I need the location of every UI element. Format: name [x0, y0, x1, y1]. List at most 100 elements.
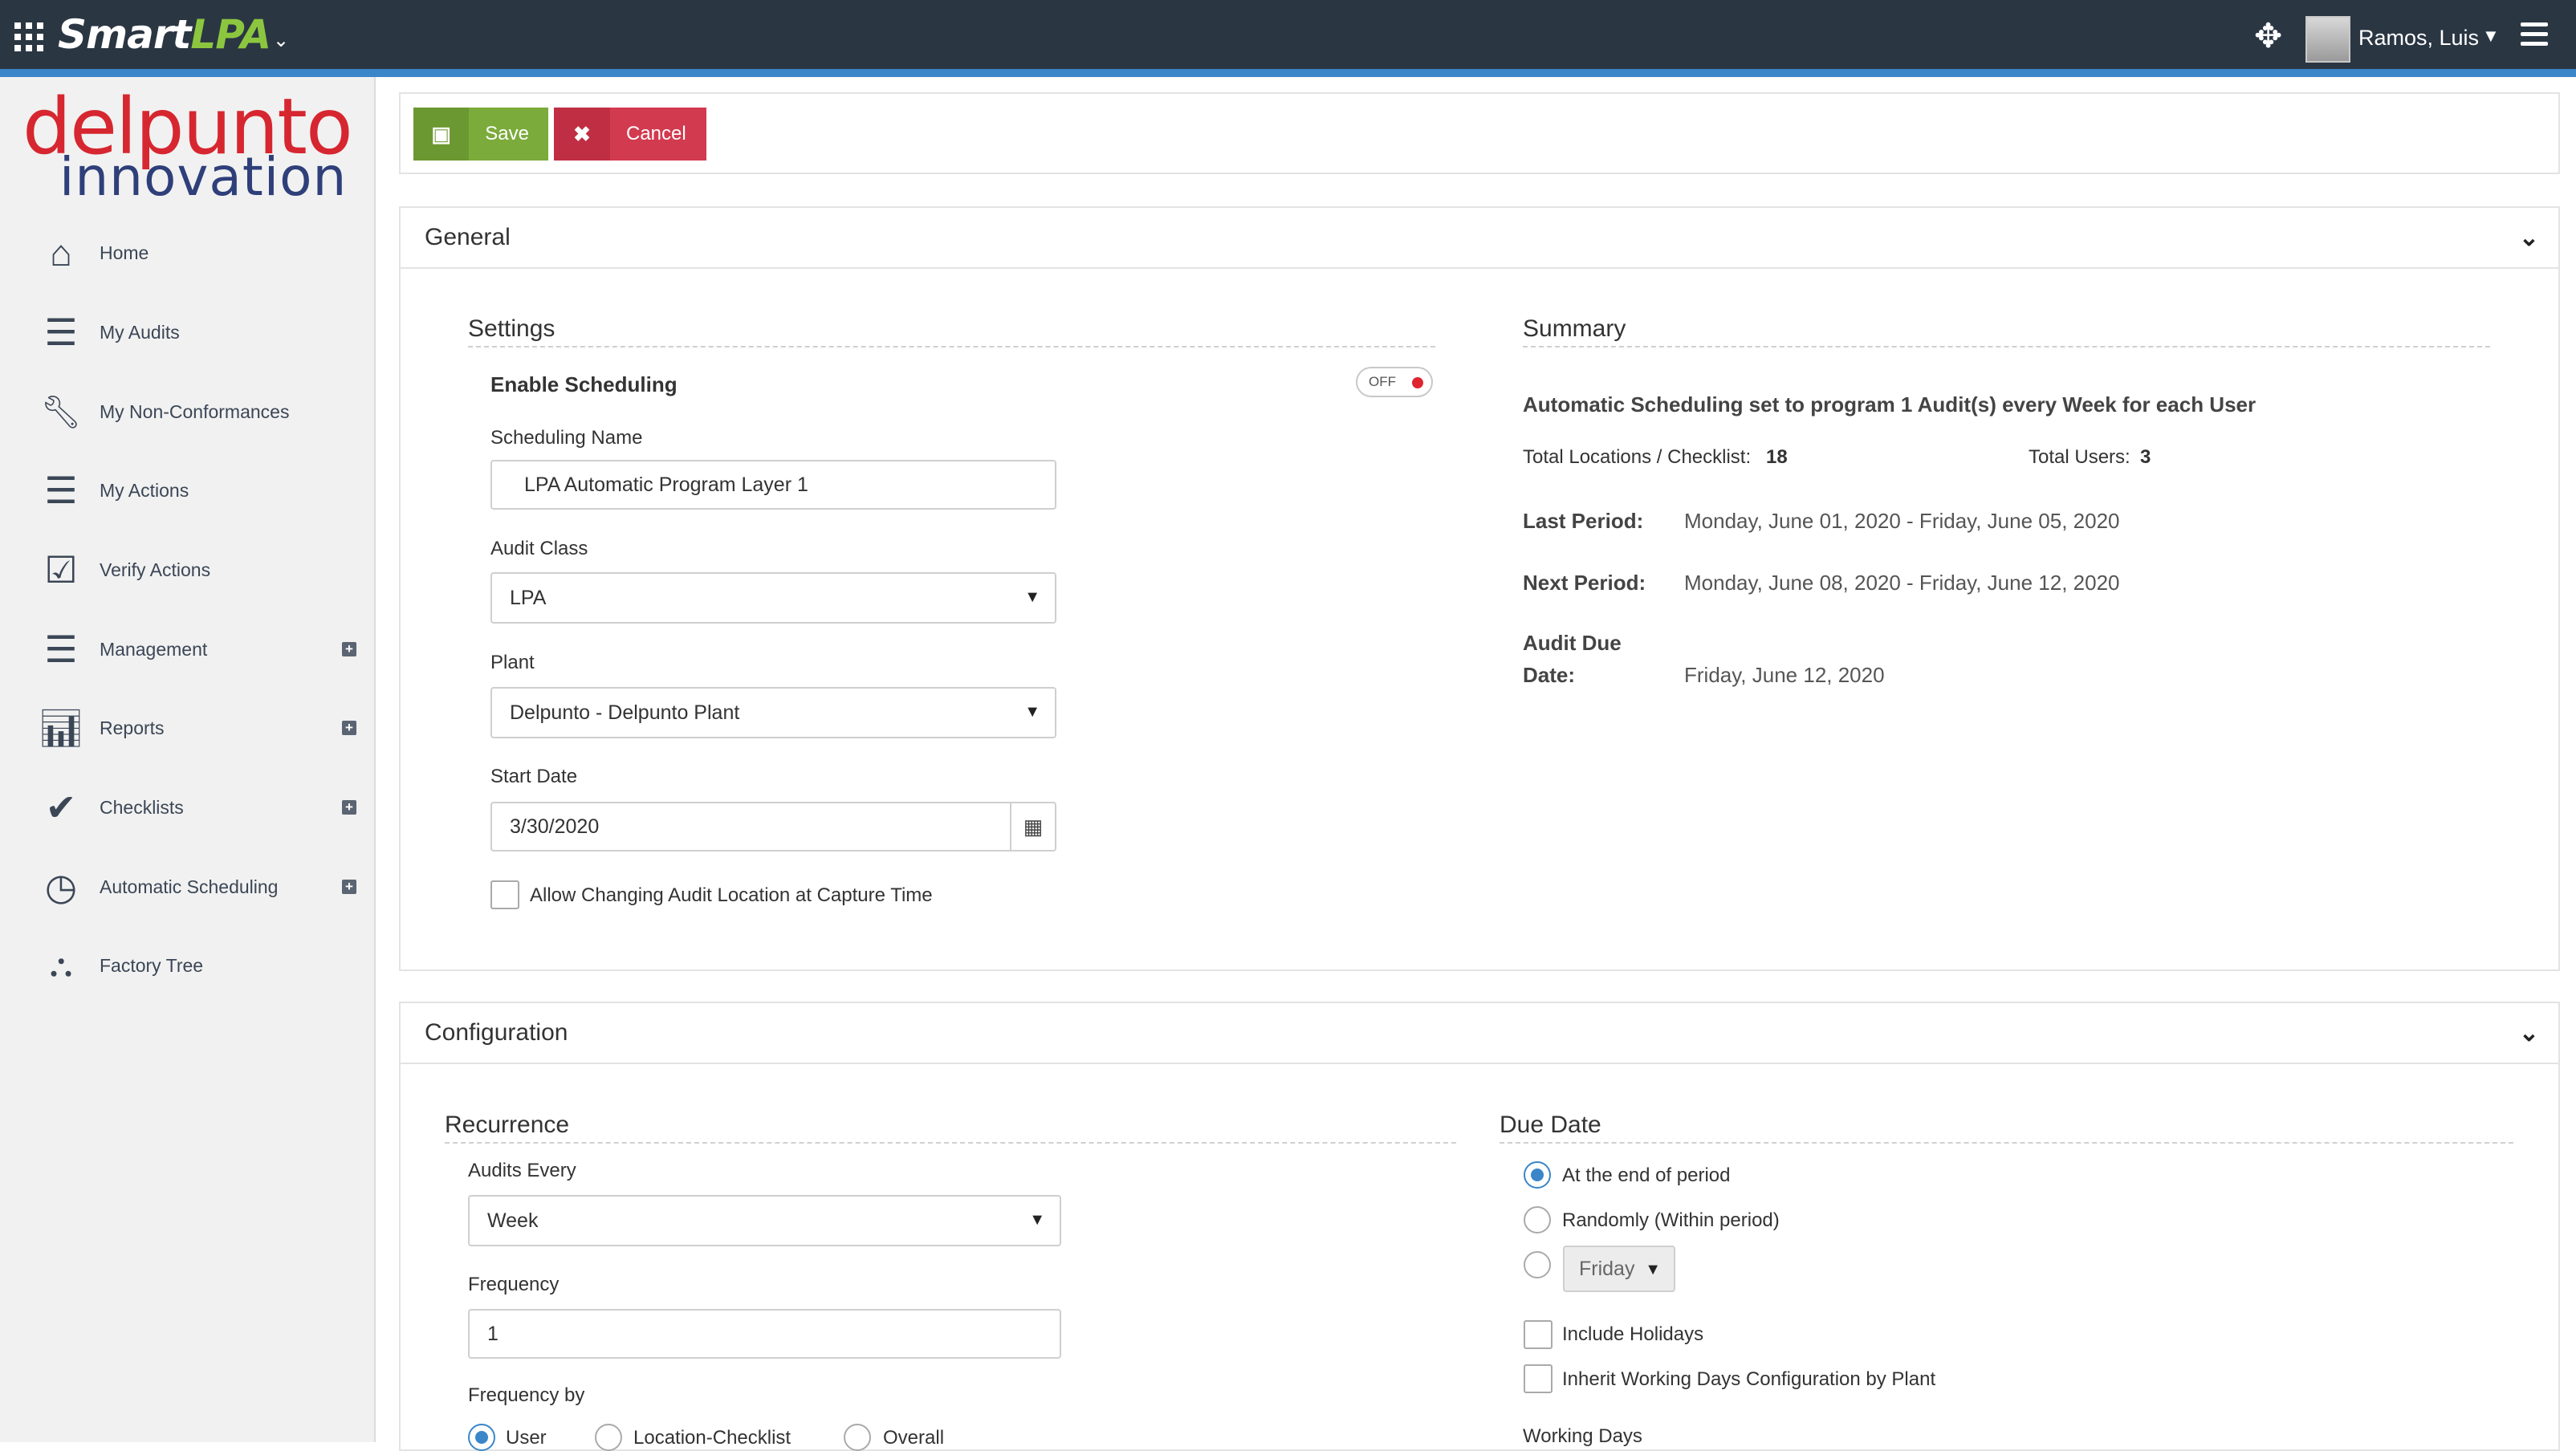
navbar-accent-line [0, 69, 2576, 77]
bar-chart-icon: 📊︎ [37, 706, 85, 749]
sidebar-item-label: Automatic Scheduling [100, 876, 279, 897]
sidebar-item-automatic-scheduling[interactable]: ◷ Automatic Scheduling + [39, 859, 368, 915]
sidebar-item-home[interactable]: ⌂ Home [39, 225, 368, 281]
home-icon: ⌂ [50, 232, 72, 274]
calendar-icon[interactable]: ▦ [1010, 803, 1055, 850]
total-users-value: 3 [2140, 446, 2151, 468]
chevron-down-icon[interactable]: ⌄ [2519, 224, 2539, 252]
scheduling-name-label: Scheduling Name [490, 427, 643, 449]
apps-grid-icon[interactable] [14, 22, 43, 51]
frequency-by-overall-radio[interactable] [844, 1424, 871, 1451]
due-randomly-radio[interactable] [1524, 1206, 1551, 1234]
total-users-label: Total Users: [2029, 446, 2130, 468]
allow-changing-checkbox[interactable] [490, 880, 519, 909]
list-icon: ☰ [44, 628, 78, 670]
scheduling-name-input[interactable]: LPA Automatic Program Layer 1 [490, 460, 1056, 510]
app-logo[interactable]: SmartLPA [58, 11, 271, 58]
list-icon: ☰ [44, 311, 78, 353]
start-date-label: Start Date [490, 766, 578, 787]
top-navbar [0, 0, 2576, 69]
floppy-disk-icon: ▣ [413, 108, 470, 161]
audit-due-value: Friday, June 12, 2020 [1684, 663, 1885, 687]
sidebar-item-my-non-conformances[interactable]: 🔧︎ My Non-Conformances [39, 384, 368, 440]
frequency-input[interactable]: 1 [468, 1309, 1061, 1359]
include-holidays-checkbox[interactable] [1524, 1320, 1553, 1349]
due-end-of-period-radio[interactable] [1524, 1161, 1551, 1189]
due-date-section-title: Due Date [1500, 1112, 2513, 1144]
brand-lpa: LPA [190, 11, 271, 58]
expand-plus-icon[interactable]: + [342, 642, 356, 656]
sidebar-item-verify-actions[interactable]: ☑ Verify Actions [39, 542, 368, 598]
brand-smart: Smart [58, 11, 191, 58]
sidebar-item-label: Reports [100, 717, 165, 738]
inherit-working-days-checkbox[interactable] [1524, 1364, 1553, 1393]
sidebar-item-label: Factory Tree [100, 954, 204, 976]
frequency-by-location-checklist-radio[interactable] [595, 1424, 622, 1451]
cancel-label: Cancel [626, 123, 686, 144]
user-name[interactable]: Ramos, Luis [2358, 26, 2479, 51]
audits-every-label: Audits Every [468, 1160, 576, 1181]
last-period-label: Last Period: [1523, 509, 1644, 533]
due-day-value: Friday [1579, 1257, 1635, 1280]
include-holidays-label: Include Holidays [1562, 1323, 1704, 1345]
checkbox-icon: ☑ [44, 549, 78, 591]
next-period-label: Next Period: [1523, 571, 1646, 595]
sidebar-item-checklists[interactable]: ✔ Checklists + [39, 779, 368, 835]
working-days-label: Working Days [1523, 1425, 1642, 1447]
chevron-down-icon[interactable]: ⌄ [273, 29, 289, 52]
company-logo-subtext: innovation [59, 146, 348, 208]
enable-scheduling-toggle[interactable]: OFF [1356, 367, 1433, 397]
sidebar-item-label: Checklists [100, 796, 184, 818]
user-caret-icon[interactable]: ▼ [2482, 26, 2500, 47]
expand-plus-icon[interactable]: + [342, 880, 356, 894]
move-arrows-icon[interactable]: ✥ [2254, 16, 2282, 55]
sidebar-item-my-actions[interactable]: ☰ My Actions [39, 462, 368, 518]
frequency-by-label: Frequency by [468, 1384, 585, 1406]
sidebar-item-label: Home [100, 242, 149, 263]
sidebar-item-factory-tree[interactable]: ⛬ Factory Tree [39, 937, 368, 994]
summary-section-title: Summary [1523, 315, 2490, 348]
cancel-button[interactable]: ✖ Cancel [554, 108, 706, 161]
inherit-working-days-label: Inherit Working Days Configuration by Pl… [1562, 1368, 1936, 1390]
sitemap-icon: ⛬ [50, 947, 72, 983]
plant-select[interactable]: Delpunto - Delpunto Plant ▼ [490, 687, 1056, 738]
allow-changing-label: Allow Changing Audit Location at Capture… [530, 884, 933, 906]
plant-label: Plant [490, 652, 535, 673]
expand-plus-icon[interactable]: + [342, 721, 356, 735]
audits-every-value: Week [487, 1209, 539, 1232]
expand-plus-icon[interactable]: + [342, 800, 356, 815]
due-option-label: Randomly (Within period) [1562, 1209, 1780, 1231]
frequency-by-option-label: Location-Checklist [633, 1427, 792, 1449]
sidebar-item-reports[interactable]: 📊︎ Reports + [37, 700, 368, 756]
summary-headline: Automatic Scheduling set to program 1 Au… [1523, 392, 2257, 417]
sidebar-item-management[interactable]: ☰ Management + [39, 621, 368, 677]
general-panel-header[interactable]: General ⌄ [401, 208, 2558, 269]
hamburger-icon[interactable] [2521, 22, 2548, 51]
start-date-input[interactable]: 3/30/2020 ▦ [490, 802, 1056, 851]
audit-class-label: Audit Class [490, 538, 588, 559]
save-button[interactable]: ▣ Save [413, 108, 548, 161]
frequency-by-user-radio[interactable] [468, 1424, 495, 1451]
total-locations-label: Total Locations / Checklist: [1523, 446, 1752, 468]
plant-value: Delpunto - Delpunto Plant [510, 701, 740, 724]
total-locations-value: 18 [1766, 446, 1788, 468]
audits-every-select[interactable]: Week ▼ [468, 1195, 1061, 1246]
avatar[interactable] [2305, 16, 2350, 63]
dropdown-caret-icon: ▼ [1029, 1211, 1045, 1229]
sidebar-item-label: My Audits [100, 321, 180, 343]
sidebar-item-my-audits[interactable]: ☰ My Audits [39, 304, 368, 360]
close-icon: ✖ [554, 108, 610, 161]
list-icon: ☰ [44, 469, 78, 511]
toggle-off-indicator [1412, 377, 1423, 388]
audit-class-select[interactable]: LPA ▼ [490, 572, 1056, 624]
start-date-value: 3/30/2020 [510, 815, 600, 838]
panel-title: Configuration [425, 1019, 568, 1046]
settings-section-title: Settings [468, 315, 1435, 348]
due-specific-day-radio[interactable] [1524, 1251, 1551, 1278]
scheduling-name-value: LPA Automatic Program Layer 1 [524, 473, 808, 496]
sidebar-item-label: Verify Actions [100, 559, 211, 580]
configuration-panel-header[interactable]: Configuration ⌄ [401, 1003, 2558, 1064]
toggle-state-label: OFF [1369, 374, 1396, 389]
due-day-select[interactable]: Friday ▼ [1563, 1246, 1675, 1292]
chevron-down-icon[interactable]: ⌄ [2519, 1019, 2539, 1047]
